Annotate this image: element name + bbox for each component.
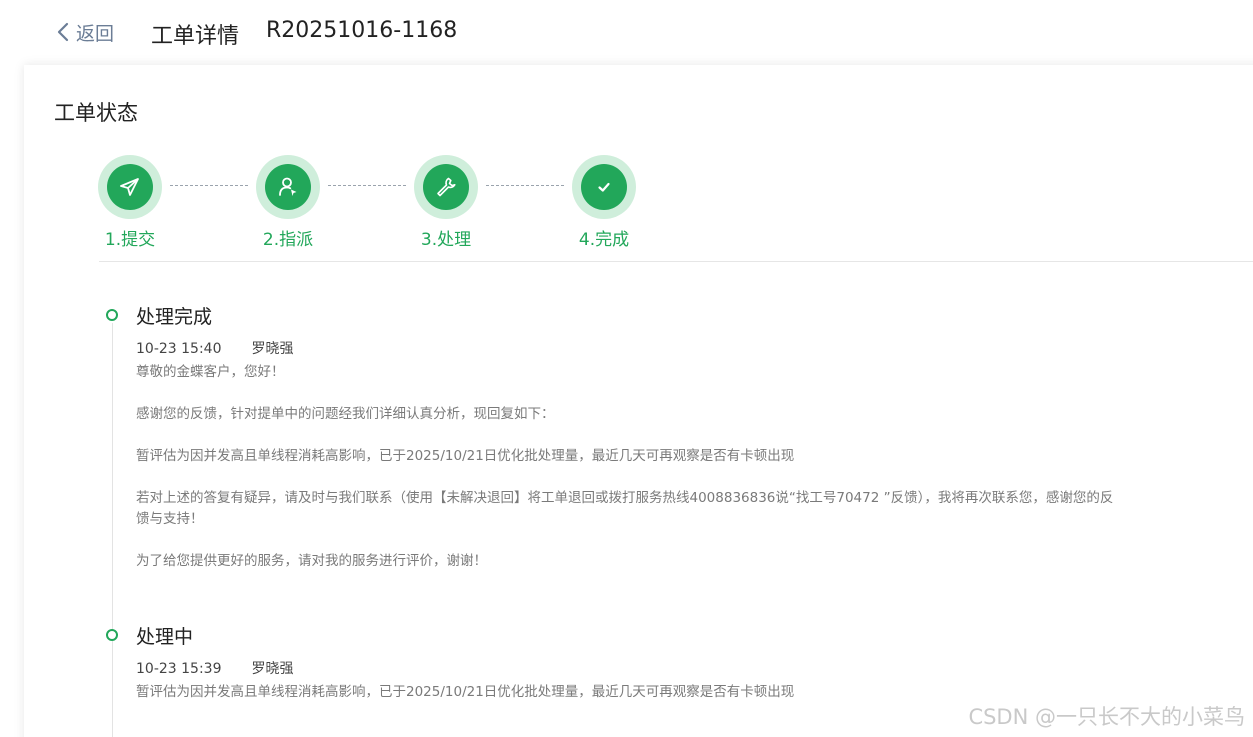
timeline-paragraph: 暂评估为因并发高且单线程消耗高影响，已于2025/10/21日优化批处理量，最近… [136,448,795,464]
assign-user-icon [279,177,297,196]
timeline-meta: 10-23 15:39 罗晓强 [136,658,293,678]
chevron-left-icon [57,22,69,42]
step-label: 2.指派 [262,230,314,250]
timeline-meta: 10-23 15:40 罗晓强 [136,338,293,358]
timeline-person: 罗晓强 [251,661,294,677]
step-assign: 2.指派 [256,155,320,250]
step-label: 3.处理 [420,230,472,250]
watermark: CSDN @一只长不大的小菜鸟 [968,705,1245,729]
step-label: 4.完成 [578,230,630,250]
check-icon [598,182,610,192]
page: 返回 工单详情 R20251016-1168 工单状态 1.提交 2.指派 3.… [0,0,1253,737]
step-connector [486,185,564,186]
wrench-icon [437,177,456,197]
timeline-time: 10-23 15:39 [136,661,222,677]
order-number: R20251016-1168 [266,18,458,43]
timeline-line [112,323,113,737]
step-process: 3.处理 [414,155,478,250]
timeline-dot [106,629,118,641]
timeline-person: 罗晓强 [251,341,294,357]
back-button[interactable]: 返回 [54,19,114,45]
page-title: 工单详情 [151,24,240,49]
step-submit: 1.提交 [98,155,162,250]
page-header: 返回 工单详情 R20251016-1168 [0,0,1253,64]
step-circle [256,155,320,219]
back-label: 返回 [76,22,115,45]
timeline-paragraph: 若对上述的答复有疑异，请及时与我们联系（使用【未解决退回】将工单退回或拨打服务热… [136,490,1114,527]
ticket-card: 工单状态 1.提交 2.指派 3.处理 4.完成 处理完成 10-23 15:4… [24,65,1253,737]
step-circle [414,155,478,219]
timeline-paragraph: 为了给您提供更好的服务，请对我的服务进行评价，谢谢！ [136,553,487,569]
timeline-body: 暂评估为因并发高且单线程消耗高影响，已于2025/10/21日优化批处理量，最近… [136,682,1126,703]
timeline-dot [106,309,118,321]
timeline-paragraph: 暂评估为因并发高且单线程消耗高影响，已于2025/10/21日优化批处理量，最近… [136,684,795,700]
step-complete: 4.完成 [572,155,636,250]
step-label: 1.提交 [104,230,156,250]
send-icon [120,178,139,196]
step-circle [98,155,162,219]
step-connector [170,185,248,186]
step-connector [328,185,406,186]
timeline-paragraph: 尊敬的金蝶客户，您好！ [136,364,285,380]
timeline-body: 尊敬的金蝶客户，您好！ 感谢您的反馈，针对提单中的问题经我们详细认真分析，现回复… [136,362,1126,572]
timeline-title: 处理完成 [136,306,213,328]
timeline-time: 10-23 15:40 [136,341,222,357]
timeline-paragraph: 感谢您的反馈，针对提单中的问题经我们详细认真分析，现回复如下： [136,406,555,422]
timeline-title: 处理中 [136,626,194,648]
step-circle [572,155,636,219]
divider [99,261,1253,262]
status-section-title: 工单状态 [54,101,138,125]
